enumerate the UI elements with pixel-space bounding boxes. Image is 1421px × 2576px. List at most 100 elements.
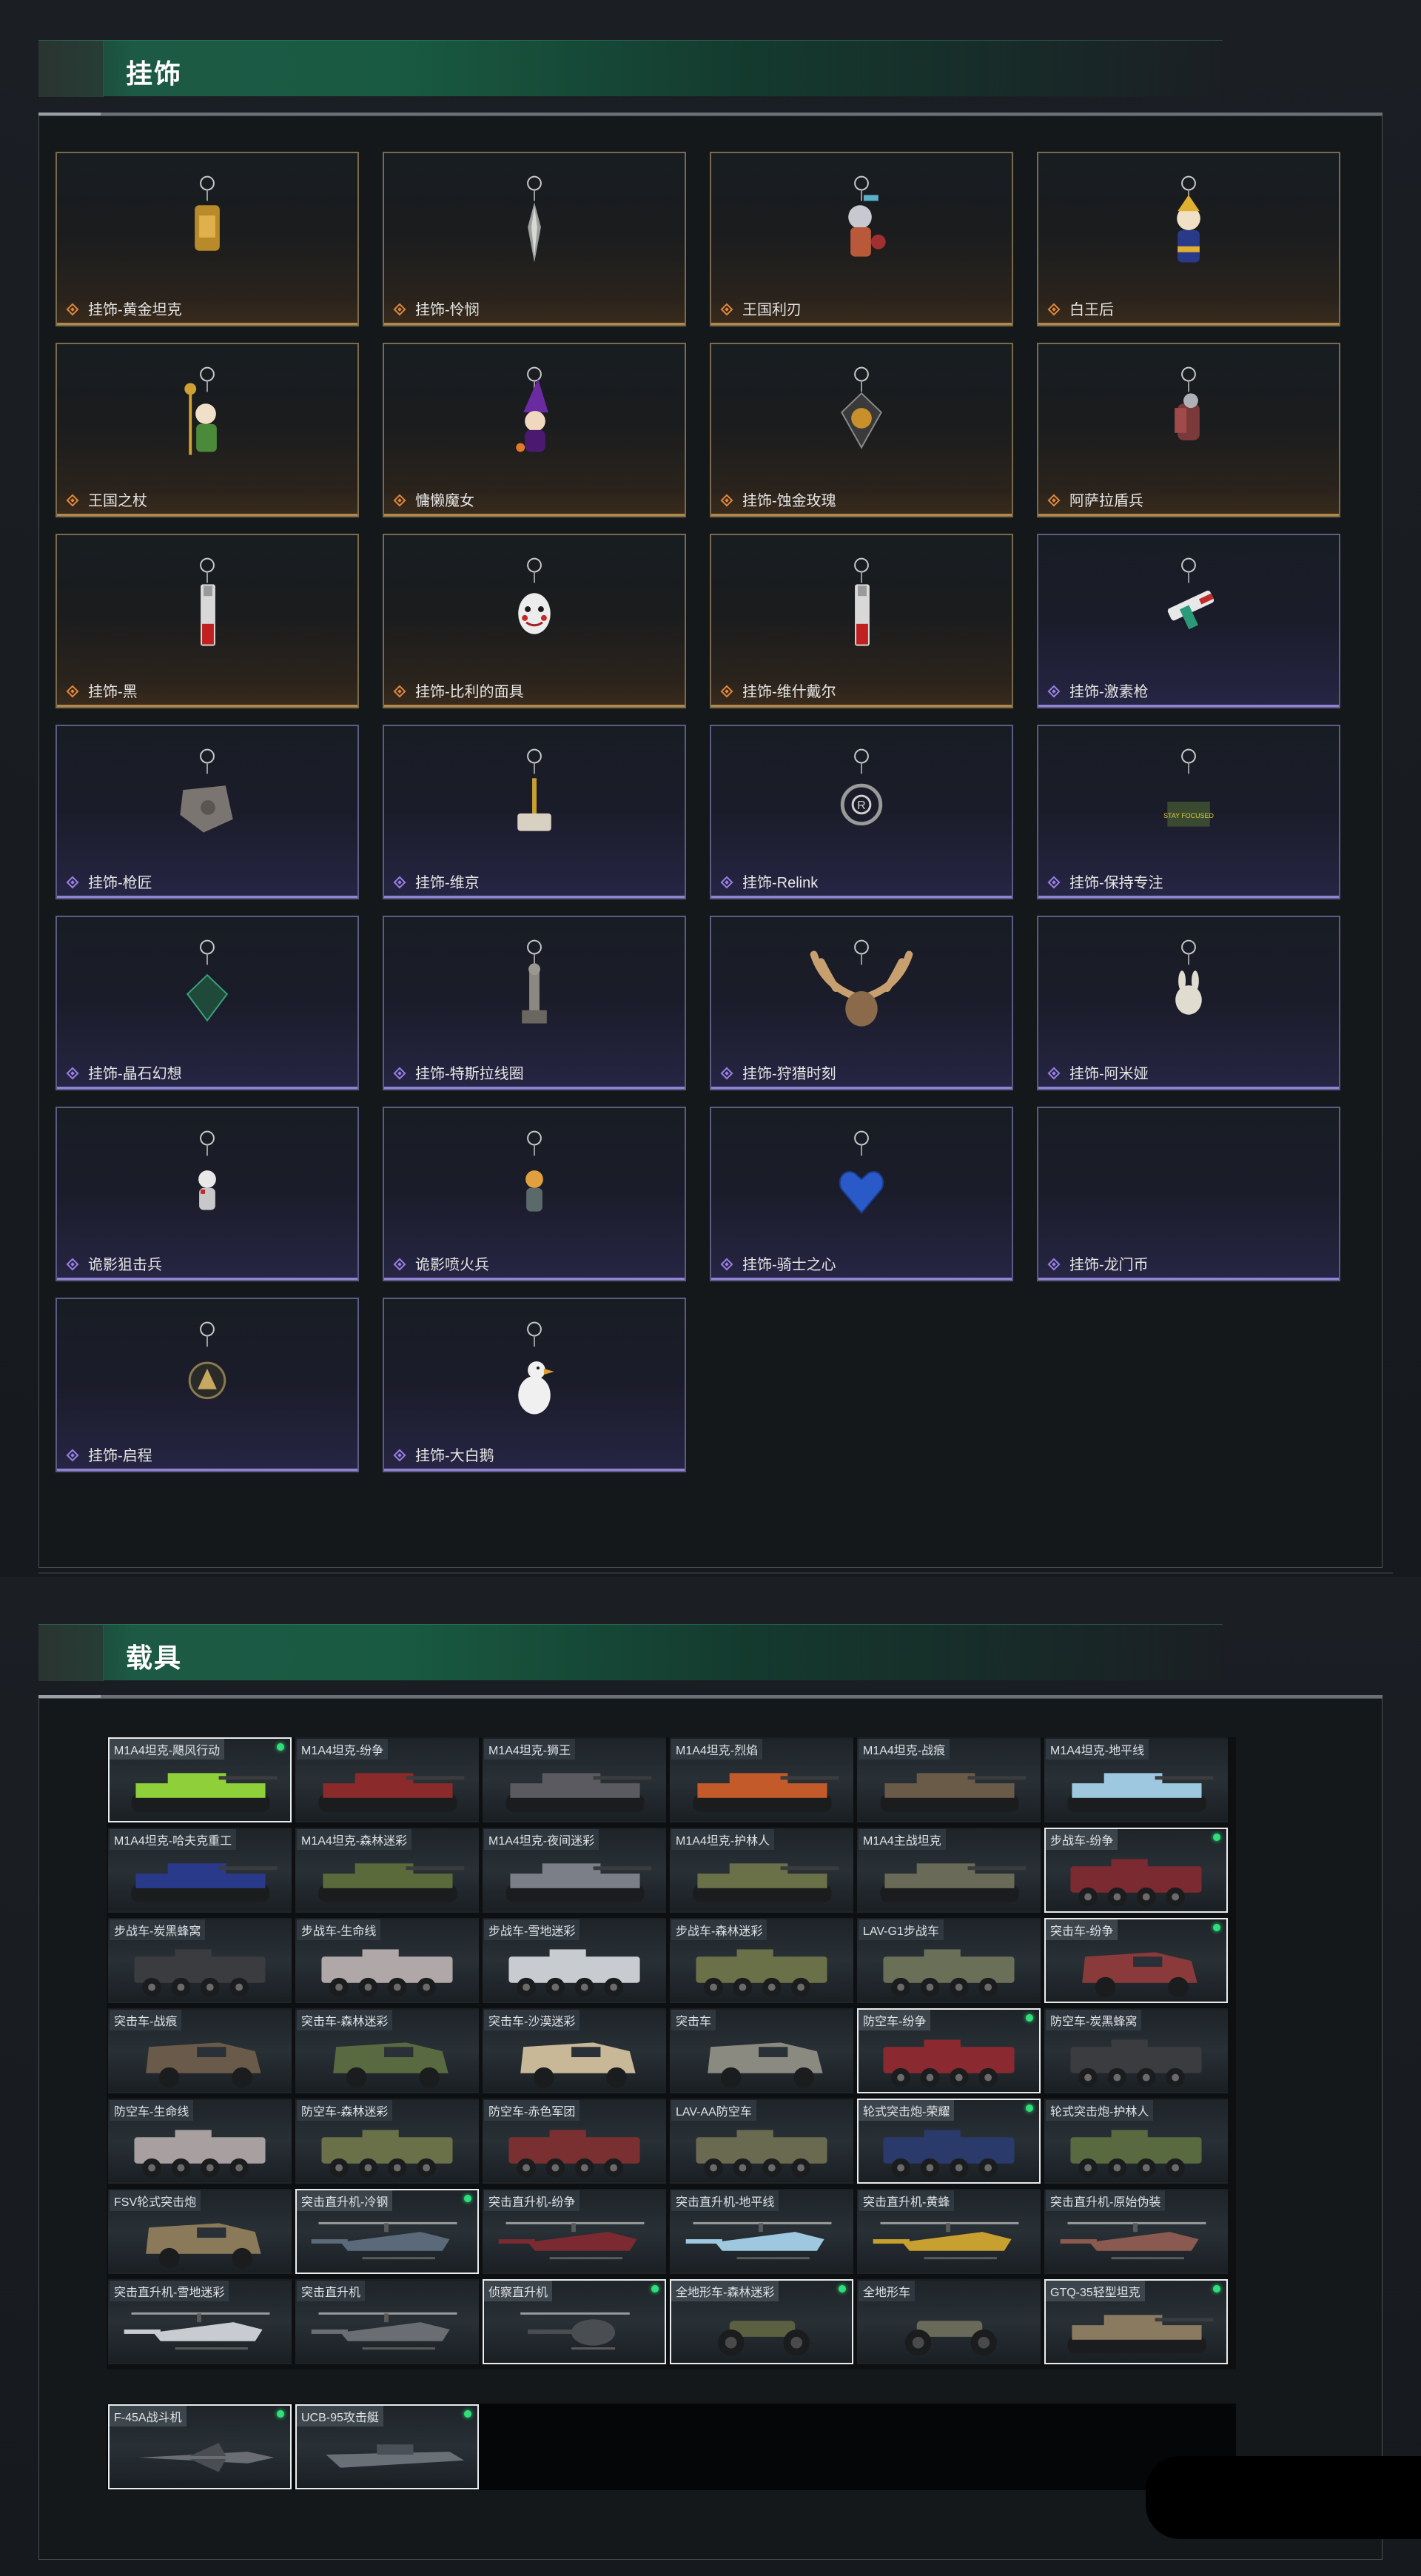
pendant-name: 挂饰-蚀金玫瑰 [742,493,836,509]
pendant-name: 慵懒魔女 [415,493,474,509]
vehicle-name: M1A4坦克-地平线 [1046,1739,1149,1760]
vehicle-card[interactable]: M1A4主战坦克 [857,1828,1041,1913]
vehicle-card[interactable]: 突击直升机-冷钢 [295,2189,479,2274]
pendant-card[interactable]: 慵懒魔女 [383,343,686,517]
pendant-card[interactable]: 挂饰-维什戴尔 [710,534,1013,708]
vehicle-name: 突击直升机 [297,2281,366,2301]
vehicle-card[interactable]: 防空车-纷争 [857,2008,1041,2093]
pendant-card[interactable]: 挂饰-龙门币 [1037,1107,1340,1281]
vehicle-card[interactable]: 突击直升机-地平线 [670,2189,853,2274]
vehicle-name: M1A4坦克-纷争 [297,1739,389,1760]
vehicle-card[interactable]: 突击车-森林迷彩 [295,2008,479,2093]
gold-rarity-icon [1047,494,1061,507]
vehicle-card[interactable]: M1A4坦克-哈夫克重工 [108,1828,292,1913]
vehicle-card[interactable]: M1A4坦克-夜间迷彩 [483,1828,666,1913]
vehicle-card[interactable]: 突击车-战痕 [108,2008,292,2093]
owned-indicator-icon [1026,2104,1033,2112]
vehicle-card[interactable]: F-45A战斗机 [108,2404,292,2489]
gold-rarity-icon [393,494,406,507]
pendant-card[interactable]: 挂饰-骑士之心 [710,1107,1013,1281]
owned-indicator-icon [1213,1924,1220,1931]
vehicle-card[interactable]: 全地形车-森林迷彩 [670,2279,853,2364]
pendant-card[interactable]: 挂饰-特斯拉线圈 [383,916,686,1090]
vehicle-card[interactable]: M1A4坦克-飓风行动 [108,1737,292,1822]
vehicle-card[interactable]: M1A4坦克-狮王 [483,1737,666,1822]
vehicle-card[interactable]: 防空车-赤色军团 [483,2099,666,2184]
vehicle-name: 防空车-纷争 [859,2010,931,2030]
vehicle-card[interactable]: M1A4坦克-战痕 [857,1737,1041,1822]
gold-rarity-icon [720,494,733,507]
vehicle-card[interactable]: 全地形车 [857,2279,1041,2364]
vehicle-card[interactable]: 侦察直升机 [483,2279,666,2364]
vehicle-card[interactable]: FSV轮式突击炮 [108,2189,292,2274]
pendant-card[interactable]: STAY FOCUSED 挂饰-保持专注 [1037,725,1340,899]
pendant-grid: 挂饰-黄金坦克 挂饰-怜悯 王国利刃 白王后王国之杖 慵懒魔女 挂饰-蚀金玫瑰 阿萨拉盾兵挂… [56,152,1340,1472]
vehicle-card[interactable]: 步战车-雪地迷彩 [483,1918,666,2003]
pendant-card[interactable]: 白王后 [1037,152,1340,326]
vehicle-card[interactable]: M1A4坦克-森林迷彩 [295,1828,479,1913]
pendant-card[interactable]: R 挂饰-Relink [710,725,1013,899]
pendant-name: 挂饰-黑 [88,684,138,700]
pendant-card[interactable]: 王国之杖 [56,343,359,517]
vehicle-name: M1A4坦克-烈焰 [671,1739,763,1760]
vehicle-card[interactable]: 突击直升机-纷争 [483,2189,666,2274]
vehicle-card[interactable]: 步战车-森林迷彩 [670,1918,853,2003]
vehicle-card[interactable]: 轮式突击炮-荣耀 [857,2099,1041,2184]
vehicle-card[interactable]: GTQ-35轻型坦克 [1044,2279,1228,2364]
pendant-card[interactable]: 挂饰-大白鹅 [383,1298,686,1472]
vehicle-name: 突击直升机-纷争 [484,2190,580,2211]
vehicle-name: 全地形车 [859,2281,916,2301]
purple-rarity-icon [1047,685,1061,698]
vehicle-card[interactable]: 步战车-纷争 [1044,1828,1228,1913]
vehicle-card[interactable]: UCB-95攻击艇 [295,2404,479,2489]
vehicle-card[interactable]: LAV-AA防空车 [670,2099,853,2184]
pendant-name: 挂饰-维什戴尔 [742,684,836,700]
vehicle-card[interactable]: LAV-G1步战车 [857,1918,1041,2003]
pendant-name: 挂饰-晶石幻想 [88,1066,182,1082]
vehicle-name: 防空车-生命线 [110,2100,194,2121]
pendant-card[interactable]: 挂饰-阿米娅 [1037,916,1340,1090]
gold-rarity-icon [393,685,406,698]
owned-indicator-icon [1213,1834,1220,1841]
pendant-card[interactable]: 挂饰-枪匠 [56,725,359,899]
vehicle-card[interactable]: 步战车-生命线 [295,1918,479,2003]
pendant-card[interactable]: 挂饰-维京 [383,725,686,899]
pendant-card[interactable]: 诡影喷火兵 [383,1107,686,1281]
pendant-card[interactable]: 挂饰-黄金坦克 [56,152,359,326]
owned-indicator-icon [651,2285,659,2292]
vehicle-card[interactable]: 突击车-沙漠迷彩 [483,2008,666,2093]
pendant-card[interactable]: 诡影狙击兵 [56,1107,359,1281]
pendant-name: 王国之杖 [88,493,147,509]
vehicle-card[interactable]: 突击直升机 [295,2279,479,2364]
vehicle-card[interactable]: 突击车 [670,2008,853,2093]
vehicle-card[interactable]: M1A4坦克-护林人 [670,1828,853,1913]
vehicle-card[interactable]: 防空车-炭黑蜂窝 [1044,2008,1228,2093]
pendant-card[interactable]: 挂饰-晶石幻想 [56,916,359,1090]
svg-text:R: R [857,799,865,812]
vehicle-card[interactable]: 突击车-纷争 [1044,1918,1228,2003]
vehicle-name: M1A4坦克-护林人 [671,1829,775,1850]
pendant-card[interactable]: 阿萨拉盾兵 [1037,343,1340,517]
pendant-name: 阿萨拉盾兵 [1069,493,1143,509]
pendant-card[interactable]: 挂饰-启程 [56,1298,359,1472]
owned-indicator-icon [1026,2014,1033,2022]
vehicle-card[interactable]: M1A4坦克-烈焰 [670,1737,853,1822]
pendant-card[interactable]: 挂饰-怜悯 [383,152,686,326]
vehicle-card[interactable]: 防空车-森林迷彩 [295,2099,479,2184]
vehicle-card[interactable]: 突击直升机-黄蜂 [857,2189,1041,2274]
pendant-card[interactable]: 挂饰-黑 [56,534,359,708]
vehicle-card[interactable]: M1A4坦克-地平线 [1044,1737,1228,1822]
pendant-card[interactable]: 挂饰-蚀金玫瑰 [710,343,1013,517]
pendant-name: 挂饰-黄金坦克 [88,302,182,318]
pendant-card[interactable]: 挂饰-狩猎时刻 [710,916,1013,1090]
vehicle-name: 突击车-纷争 [1046,1919,1118,1940]
vehicle-card[interactable]: 突击直升机-雪地迷彩 [108,2279,292,2364]
pendant-card[interactable]: 挂饰-比利的面具 [383,534,686,708]
vehicle-card[interactable]: 突击直升机-原始伪装 [1044,2189,1228,2274]
vehicle-card[interactable]: 步战车-炭黑蜂窝 [108,1918,292,2003]
vehicle-card[interactable]: 轮式突击炮-护林人 [1044,2099,1228,2184]
pendant-card[interactable]: 王国利刃 [710,152,1013,326]
vehicle-card[interactable]: M1A4坦克-纷争 [295,1737,479,1822]
pendant-card[interactable]: 挂饰-激素枪 [1037,534,1340,708]
vehicle-card[interactable]: 防空车-生命线 [108,2099,292,2184]
